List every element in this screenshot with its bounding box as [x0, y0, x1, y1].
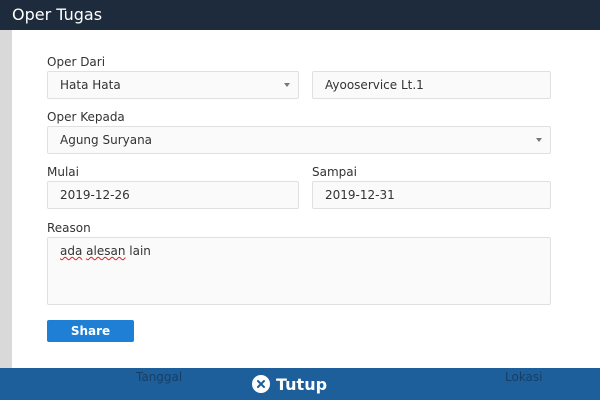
lokasi-tab-label: Lokasi — [505, 370, 543, 384]
reason-label: Reason — [47, 221, 91, 235]
sampai-date-value: 2019-12-31 — [325, 188, 395, 202]
reason-word-1: ada — [60, 244, 83, 258]
reason-textarea[interactable]: ada alesan lain — [47, 237, 551, 305]
oper-kepada-value: Agung Suryana — [60, 133, 153, 147]
reason-word-3: lain — [129, 244, 151, 258]
oper-dari-label: Oper Dari — [47, 55, 106, 69]
sampai-label: Sampai — [312, 165, 357, 179]
close-button[interactable]: Tutup — [252, 370, 327, 398]
mulai-date-value: 2019-12-26 — [60, 188, 130, 202]
oper-dari-location-field[interactable]: Ayooservice Lt.1 — [312, 71, 551, 99]
chevron-down-icon — [284, 83, 290, 87]
mulai-label: Mulai — [47, 165, 79, 179]
oper-kepada-select[interactable]: Agung Suryana — [47, 126, 551, 154]
dialog-title-bar: Oper Tugas — [0, 0, 600, 30]
close-circle-icon — [252, 375, 270, 393]
oper-kepada-label: Oper Kepada — [47, 110, 125, 124]
mulai-date-field[interactable]: 2019-12-26 — [47, 181, 299, 209]
oper-dari-user-value: Hata Hata — [60, 78, 121, 92]
share-button[interactable]: Share — [47, 320, 134, 342]
oper-dari-user-select[interactable]: Hata Hata — [47, 71, 299, 99]
reason-word-2: alesan — [86, 244, 126, 258]
dialog-title: Oper Tugas — [12, 5, 103, 24]
oper-dari-location-value: Ayooservice Lt.1 — [325, 78, 424, 92]
backdrop-strip — [0, 30, 12, 368]
chevron-down-icon — [536, 138, 542, 142]
tanggal-tab-label: Tanggal — [136, 370, 183, 384]
close-label: Tutup — [276, 374, 328, 394]
sampai-date-field[interactable]: 2019-12-31 — [312, 181, 551, 209]
